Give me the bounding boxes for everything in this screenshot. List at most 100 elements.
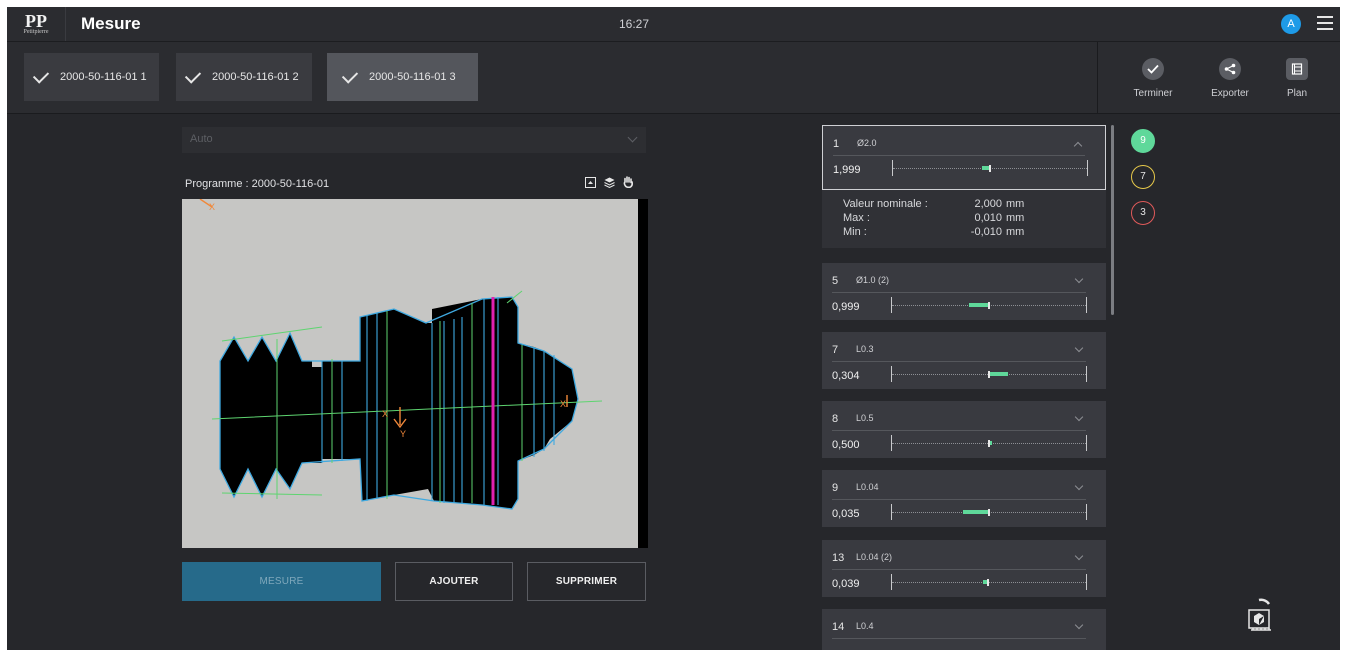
min-unit: mm (1006, 226, 1025, 238)
nominal-tick (988, 509, 990, 516)
list-scrollbar[interactable] (1111, 125, 1114, 315)
plan-button[interactable]: Plan (1267, 42, 1327, 113)
tolerance-fill (990, 372, 1008, 376)
viewer-toolbar (585, 175, 634, 189)
clock: 16:27 (619, 17, 650, 31)
top-bar: PP Petitpierre Mesure 16:27 A (7, 7, 1340, 42)
svg-text:X: X (560, 399, 566, 409)
chevron-down-icon[interactable] (1074, 551, 1084, 561)
app-title: Mesure (81, 14, 141, 33)
measurement-value: 0,039 (832, 578, 860, 590)
tolerance-fill (963, 510, 989, 514)
tab-program-2[interactable]: 2000-50-116-01 2 (176, 53, 312, 101)
ok-count-badge[interactable]: 9 (1131, 129, 1155, 153)
tab-label: 2000-50-116-01 3 (369, 71, 456, 83)
blueprint-icon (1286, 58, 1308, 80)
measurement-number: 5 (832, 275, 839, 287)
measurement-details: Valeur nominale : 2,000 mm Max : 0,010 m… (822, 190, 1106, 248)
divider (832, 292, 1086, 293)
measure-tool-icon[interactable] (1245, 596, 1275, 636)
nominal-tick (987, 579, 989, 586)
measurement-value: 0,035 (832, 508, 860, 520)
finish-label: Terminer (1133, 88, 1173, 99)
hamburger-icon[interactable] (1317, 16, 1333, 30)
camera-viewport[interactable]: X X Y X (182, 199, 648, 548)
measurement-card-8[interactable]: 8 L0.5 0,500 (822, 401, 1106, 458)
max-unit: mm (1006, 212, 1025, 224)
tolerance-bar (891, 435, 1087, 451)
measurement-name: L0.5 (856, 413, 874, 423)
chevron-down-icon[interactable] (1074, 274, 1084, 284)
chevron-down-icon (627, 132, 638, 143)
export-label: Exporter (1211, 88, 1249, 99)
layers-icon[interactable] (604, 175, 615, 189)
logo: PP Petitpierre (7, 7, 66, 41)
measurement-number: 13 (832, 552, 845, 564)
finish-button[interactable]: Terminer (1123, 42, 1183, 113)
measurement-number: 7 (832, 344, 839, 356)
export-button[interactable]: Exporter (1200, 42, 1260, 113)
check-icon (1142, 58, 1164, 80)
max-label: Max : (843, 212, 870, 224)
chevron-down-icon[interactable] (1074, 620, 1084, 630)
part-image: X X Y X (182, 199, 648, 548)
app-window: PP Petitpierre Mesure 16:27 A 2000-50-11… (7, 7, 1340, 650)
crop-icon[interactable] (585, 175, 596, 188)
svg-text:Y: Y (400, 429, 406, 439)
chevron-down-icon[interactable] (1074, 412, 1084, 422)
measurement-value: 1,999 (833, 164, 861, 176)
add-button[interactable]: AJOUTER (395, 562, 513, 601)
measurement-name: Ø2.0 (857, 138, 877, 148)
measurement-card-9[interactable]: 9 L0.04 0,035 (822, 470, 1106, 527)
plan-label: Plan (1286, 88, 1307, 99)
delete-button[interactable]: SUPPRIMER (527, 562, 646, 601)
logo-mark: PP (25, 11, 47, 31)
nominal-label: Valeur nominale : (843, 198, 928, 210)
measurement-number: 1 (833, 138, 840, 150)
tab-program-3[interactable]: 2000-50-116-01 3 (327, 53, 478, 101)
measurement-card-5[interactable]: 5 Ø1.0 (2) 0,999 (822, 263, 1106, 320)
min-value: -0,010 (970, 226, 1002, 238)
measurement-card-7[interactable]: 7 L0.3 0,304 (822, 332, 1106, 389)
chevron-up-icon[interactable] (1073, 141, 1083, 151)
check-icon (341, 67, 359, 84)
measurement-value: 0,999 (832, 301, 860, 313)
min-label: Min : (843, 226, 867, 238)
tolerance-bar (891, 366, 1087, 382)
tolerance-bar (891, 574, 1087, 590)
hand-icon[interactable] (623, 175, 634, 189)
divider (832, 361, 1086, 362)
actions-divider (1097, 42, 1098, 113)
svg-text:X: X (209, 202, 215, 212)
measurement-number: 8 (832, 413, 839, 425)
tolerance-bar (892, 160, 1088, 176)
nominal-tick (988, 302, 990, 309)
logo-brand: Petitpierre (23, 29, 49, 35)
measurement-number: 14 (832, 621, 845, 633)
divider (832, 499, 1086, 500)
chevron-down-icon[interactable] (1074, 343, 1084, 353)
mode-select[interactable]: Auto (182, 127, 646, 153)
max-value: 0,010 (974, 212, 1002, 224)
warning-count-badge[interactable]: 7 (1131, 165, 1155, 189)
error-count-badge[interactable]: 3 (1131, 201, 1155, 225)
program-label: Programme : 2000-50-116-01 (185, 178, 330, 190)
tolerance-fill (969, 303, 989, 307)
measurement-number: 9 (832, 482, 839, 494)
measurement-card-1[interactable]: 1 Ø2.0 1,999 (822, 125, 1106, 190)
nominal-tick (988, 440, 990, 447)
tab-label: 2000-50-116-01 1 (60, 71, 147, 83)
share-icon (1219, 58, 1241, 80)
chevron-down-icon[interactable] (1074, 481, 1084, 491)
svg-text:X: X (382, 409, 388, 419)
tab-program-1[interactable]: 2000-50-116-01 1 (24, 53, 159, 101)
check-icon (32, 67, 50, 84)
measurement-card-13[interactable]: 13 L0.04 (2) 0,039 (822, 540, 1106, 597)
divider (832, 569, 1086, 570)
avatar[interactable]: A (1281, 14, 1301, 34)
nominal-tick (989, 165, 991, 172)
measurement-name: L0.3 (856, 344, 874, 354)
measurement-card-14[interactable]: 14 L0.4 (822, 609, 1106, 650)
tolerance-bar (891, 297, 1087, 313)
measure-button[interactable]: MESURE (182, 562, 381, 601)
